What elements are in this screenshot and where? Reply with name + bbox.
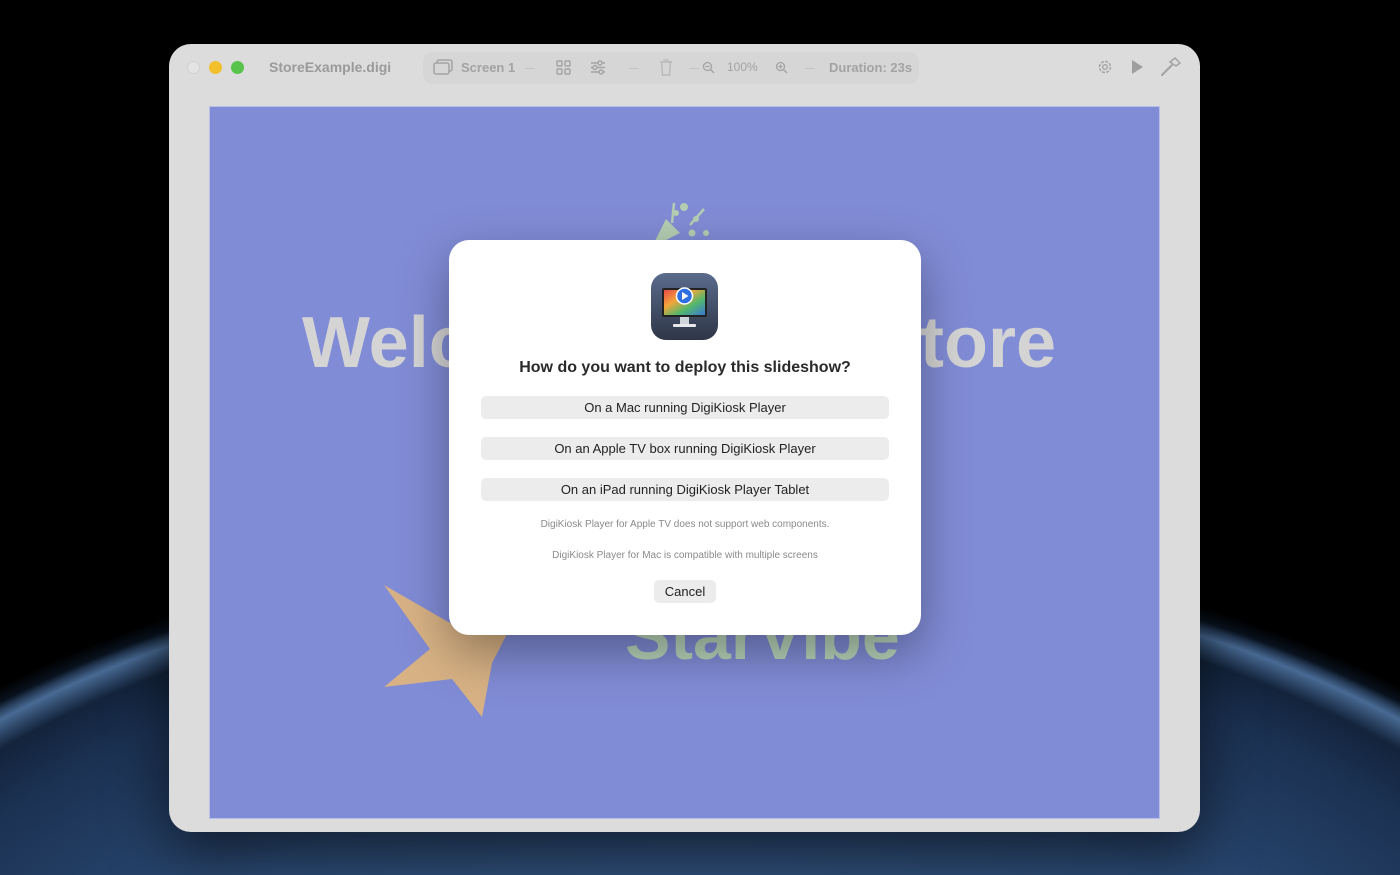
- cancel-button[interactable]: Cancel: [654, 580, 716, 603]
- grid-icon: [556, 60, 571, 75]
- dialog-title: How do you want to deploy this slideshow…: [519, 359, 851, 376]
- trash-icon: [660, 59, 672, 76]
- zoom-in-icon: [775, 61, 788, 74]
- zoom-in-button[interactable]: [775, 61, 788, 74]
- window-controls: [187, 61, 244, 74]
- zoom-level: 100%: [727, 60, 758, 74]
- mac-note: DigiKiosk Player for Mac is compatible w…: [552, 550, 818, 561]
- delete-button[interactable]: [659, 59, 673, 76]
- grid-button[interactable]: [556, 60, 571, 75]
- close-button[interactable]: [187, 61, 200, 74]
- play-icon[interactable]: [1130, 59, 1144, 75]
- slide-headline-left: Welc: [302, 303, 469, 383]
- minimize-button[interactable]: [209, 61, 222, 74]
- divider: [629, 68, 639, 69]
- zoom-out-icon: [702, 61, 715, 74]
- settings-sliders-button[interactable]: [590, 60, 606, 75]
- screens-icon: [433, 59, 453, 75]
- deploy-apple-tv-button[interactable]: On an Apple TV box running DigiKiosk Pla…: [481, 437, 889, 460]
- screen-label: Screen 1: [461, 60, 516, 75]
- divider: [525, 68, 535, 69]
- deploy-ipad-button[interactable]: On an iPad running DigiKiosk Player Tabl…: [481, 478, 889, 501]
- gear-icon[interactable]: [1096, 58, 1114, 76]
- divider: [689, 68, 699, 69]
- right-toolbar: [1096, 57, 1182, 77]
- divider: [805, 68, 815, 69]
- sliders-icon: [591, 60, 605, 75]
- document-title: StoreExample.digi: [269, 59, 392, 75]
- apple-tv-note: DigiKiosk Player for Apple TV does not s…: [540, 519, 830, 530]
- digikiosk-app-icon: [651, 273, 718, 340]
- zoom-out-button[interactable]: [702, 61, 715, 74]
- titlebar: StoreExample.digi Screen 1 100% Duration…: [169, 44, 1200, 92]
- deploy-mac-button[interactable]: On a Mac running DigiKiosk Player: [481, 396, 889, 419]
- hammer-icon[interactable]: [1160, 57, 1182, 77]
- deploy-dialog: How do you want to deploy this slideshow…: [449, 240, 921, 635]
- zoom-button[interactable]: [231, 61, 244, 74]
- slide-headline-right: tore: [920, 303, 1057, 383]
- toolbar: Screen 1 100% Duration: 23s: [423, 52, 919, 84]
- screen-selector[interactable]: Screen 1: [433, 59, 515, 76]
- duration-label: Duration: 23s: [829, 60, 913, 75]
